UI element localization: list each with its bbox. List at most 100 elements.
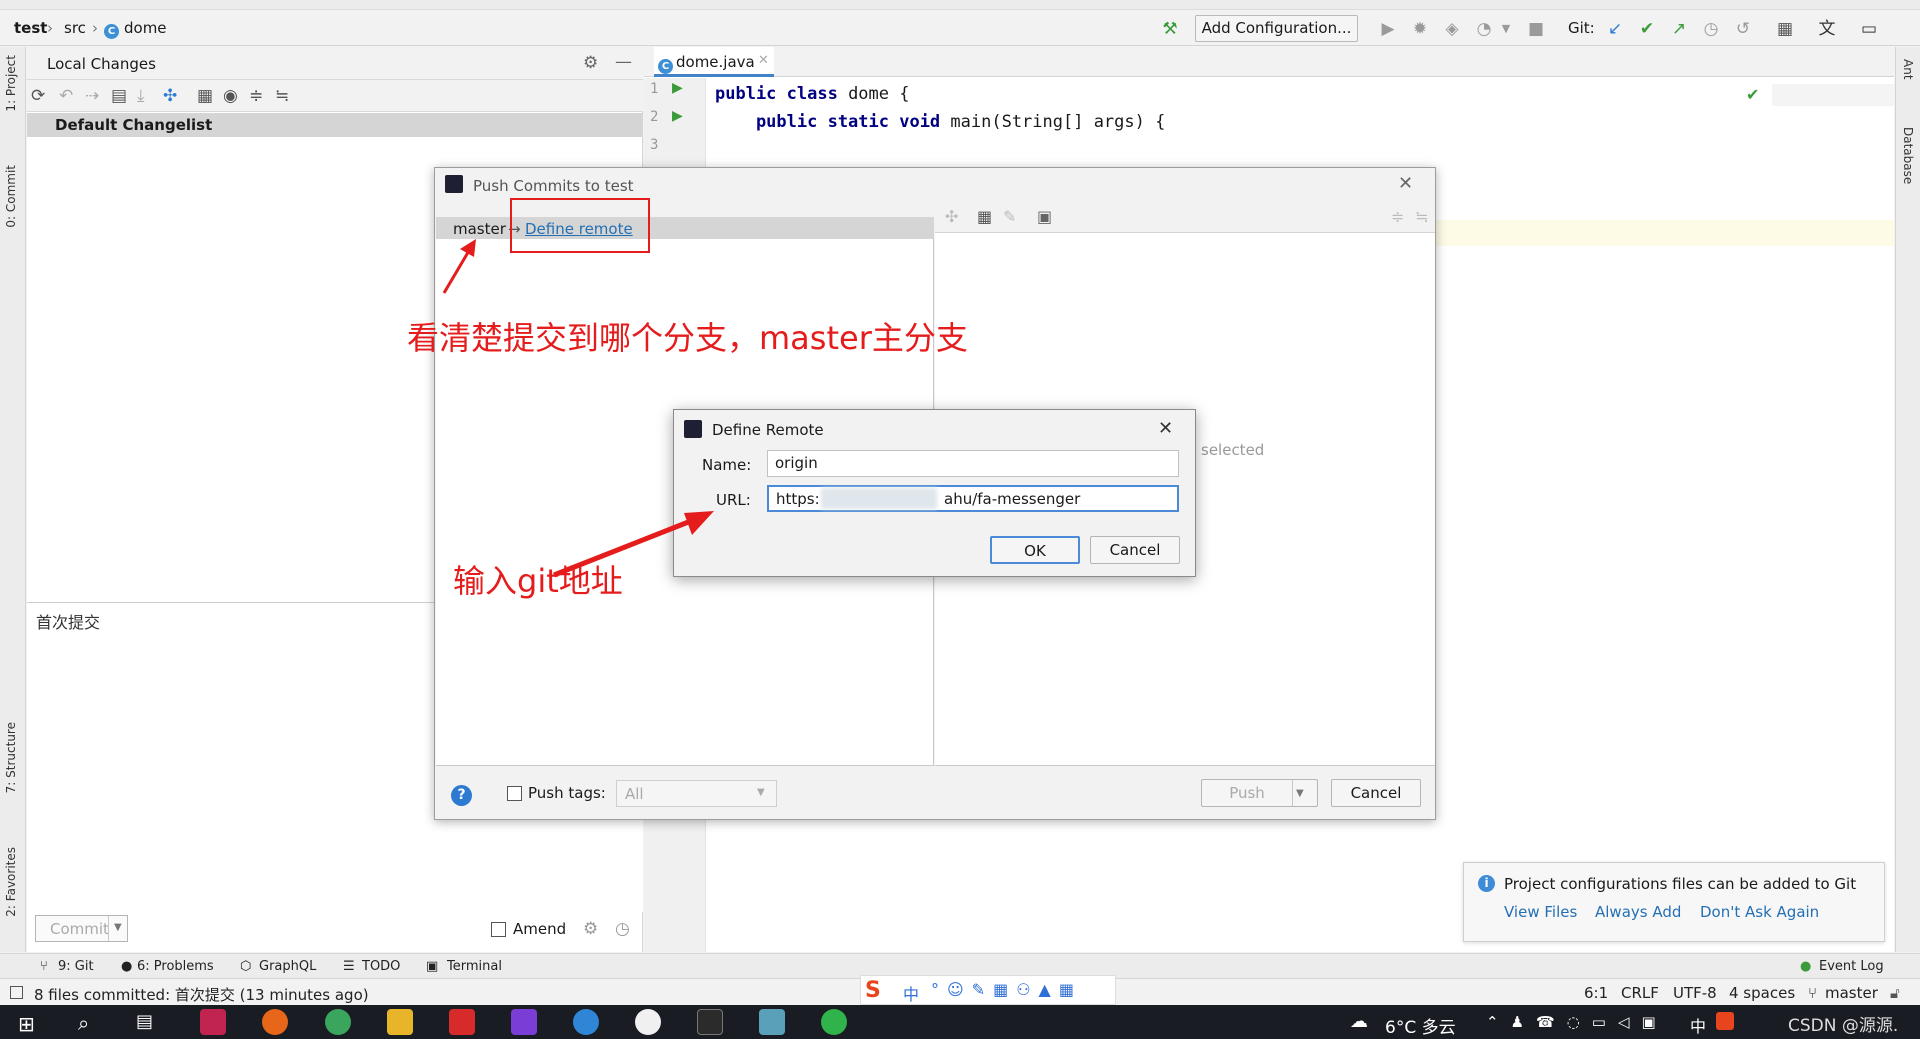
diff-icon[interactable]: ▤ <box>111 86 127 106</box>
history-icon[interactable]: ◷ <box>615 919 630 939</box>
rollback-icon[interactable]: ↶ <box>59 86 73 106</box>
input-language[interactable]: 中 <box>1690 1013 1706 1037</box>
cancel-button[interactable]: Cancel <box>1331 779 1421 807</box>
inspection-ok-icon[interactable]: ✔ <box>1746 85 1759 104</box>
git-push-icon[interactable]: ↗ <box>1669 19 1689 39</box>
status-message[interactable]: 8 files committed: 首次提交 (13 minutes ago) <box>34 984 369 1005</box>
code-line-2[interactable]: public static void main(String[] args) { <box>715 112 1165 132</box>
wechat-icon[interactable] <box>821 1009 847 1035</box>
chevron-down-icon[interactable]: ▼ <box>114 922 122 933</box>
tab-commit[interactable]: 0: Commit <box>4 165 18 228</box>
run-gutter-icon[interactable]: ▶ <box>672 108 683 124</box>
editor-tab-dome[interactable]: C dome.java ✕ <box>654 47 774 77</box>
expand-all-icon[interactable]: ≑ <box>249 86 263 106</box>
tab-event-log[interactable]: Event Log <box>1819 959 1884 974</box>
name-field[interactable]: origin <box>767 450 1179 477</box>
caret-position[interactable]: 6:1 <box>1584 984 1608 1002</box>
close-icon[interactable]: ✕ <box>1398 173 1413 194</box>
firefox-icon[interactable] <box>262 1009 288 1035</box>
collapse-all-icon[interactable]: ≒ <box>275 86 289 106</box>
collapse-all-icon[interactable]: ≒ <box>1415 207 1428 226</box>
profile-icon[interactable]: ◔ <box>1474 19 1494 39</box>
git-commit-icon[interactable]: ✔ <box>1637 19 1657 39</box>
onenote-icon[interactable] <box>511 1009 537 1035</box>
dont-ask-again-link[interactable]: Don't Ask Again <box>1700 903 1819 921</box>
amend-checkbox[interactable] <box>491 922 506 937</box>
file-encoding[interactable]: UTF-8 <box>1673 984 1717 1002</box>
git-update-icon[interactable]: ↙ <box>1605 19 1625 39</box>
build-hammer-icon[interactable]: ⚒ <box>1160 19 1180 39</box>
refresh-icon[interactable]: ⟳ <box>31 86 45 106</box>
close-icon[interactable]: ✕ <box>758 53 769 68</box>
changelist-row[interactable]: Default Changelist <box>27 113 643 137</box>
tab-project[interactable]: 1: Project <box>4 55 18 112</box>
move-icon[interactable]: ⇢ <box>85 86 99 106</box>
ime-toolbar[interactable]: S 中 °☺✎▦⚇▲▦ <box>860 975 1116 1005</box>
windows-start-icon[interactable]: ⊞ <box>18 1012 35 1036</box>
ok-button[interactable]: OK <box>990 536 1080 564</box>
system-tray-icons[interactable]: ⌃♟☎◌▭◁▣ <box>1486 1013 1668 1031</box>
code-line-1[interactable]: public class dome { <box>715 84 909 104</box>
push-tags-checkbox[interactable] <box>507 786 522 801</box>
close-icon[interactable]: ✕ <box>1158 418 1173 439</box>
breadcrumb-project[interactable]: test <box>14 19 47 37</box>
task-view-icon[interactable]: ▤ <box>136 1011 153 1032</box>
eye-icon[interactable]: ◉ <box>223 86 238 106</box>
tab-structure[interactable]: 7: Structure <box>4 722 18 793</box>
terminal-app-icon[interactable] <box>697 1009 723 1035</box>
group-by-icon[interactable]: ▦ <box>197 86 213 106</box>
cancel-button[interactable]: Cancel <box>1090 536 1180 564</box>
rollback-icon[interactable]: ↺ <box>1733 19 1753 39</box>
expand-icon[interactable]: ✣ <box>163 86 177 106</box>
tab-git[interactable]: 9: Git <box>58 959 94 974</box>
commit-button[interactable]: Commit ▼ <box>35 915 128 942</box>
view-files-link[interactable]: View Files <box>1504 903 1577 921</box>
breadcrumb-file[interactable]: dome <box>124 19 167 37</box>
expand-all-icon[interactable]: ≑ <box>1391 207 1404 226</box>
group-by-icon[interactable]: ▦ <box>977 207 992 226</box>
line-separator[interactable]: CRLF <box>1621 984 1659 1002</box>
sogou-tray-icon[interactable] <box>1716 1012 1734 1030</box>
run-icon[interactable]: ▶ <box>1378 19 1398 39</box>
chevron-down-icon[interactable]: ▼ <box>1296 781 1304 807</box>
wps-icon[interactable] <box>449 1009 475 1035</box>
chevron-down-icon[interactable]: ▼ <box>1496 19 1516 39</box>
debug-icon[interactable]: ✹ <box>1410 19 1430 39</box>
vscode-icon[interactable] <box>573 1009 599 1035</box>
project-structure-icon[interactable]: ▦ <box>1775 19 1795 39</box>
chrome-icon[interactable] <box>325 1009 351 1035</box>
weather-text[interactable]: 6°C 多云 <box>1385 1013 1456 1038</box>
push-button[interactable]: Push ▼ <box>1201 779 1318 807</box>
always-add-link[interactable]: Always Add <box>1595 903 1681 921</box>
github-icon[interactable] <box>635 1009 661 1035</box>
gear-icon[interactable]: ⚙ <box>583 53 598 73</box>
add-configuration-button[interactable]: Add Configuration... <box>1195 15 1358 42</box>
minimize-icon[interactable]: — <box>615 52 632 72</box>
notepad-icon[interactable] <box>759 1009 785 1035</box>
coverage-icon[interactable]: ◈ <box>1442 19 1462 39</box>
status-toggle-icon[interactable] <box>10 986 23 999</box>
run-gutter-icon[interactable]: ▶ <box>672 80 683 96</box>
gear-icon[interactable]: ⚙ <box>583 919 598 939</box>
file-explorer-icon[interactable] <box>387 1009 413 1035</box>
tab-favorites[interactable]: 2: Favorites <box>4 847 18 917</box>
url-field[interactable]: https: ahu/fa-messenger <box>767 485 1179 512</box>
tab-todo[interactable]: TODO <box>362 959 400 974</box>
help-icon[interactable]: ? <box>451 785 472 806</box>
intellij-taskbar-icon[interactable] <box>200 1009 226 1035</box>
history-icon[interactable]: ◷ <box>1701 19 1721 39</box>
tab-graphql[interactable]: GraphQL <box>259 959 316 974</box>
tab-ant[interactable]: Ant <box>1901 59 1915 80</box>
git-branch[interactable]: master <box>1825 984 1878 1002</box>
expand-icon[interactable]: ✣ <box>945 207 958 226</box>
tab-database[interactable]: Database <box>1901 127 1915 184</box>
edit-icon[interactable]: ✎ <box>1003 207 1016 226</box>
search-icon[interactable]: ⌕ <box>78 1011 89 1035</box>
translate-icon[interactable]: 文 <box>1817 19 1837 39</box>
stop-icon[interactable]: ■ <box>1526 19 1546 39</box>
tags-select[interactable]: All ▼ <box>616 780 777 807</box>
lock-icon[interactable]: 🔓︎ <box>1890 984 1900 1002</box>
shelve-icon[interactable]: ⤓ <box>137 86 145 106</box>
breadcrumb-folder[interactable]: src <box>64 19 86 37</box>
tab-local-changes[interactable]: Local Changes <box>47 55 156 73</box>
